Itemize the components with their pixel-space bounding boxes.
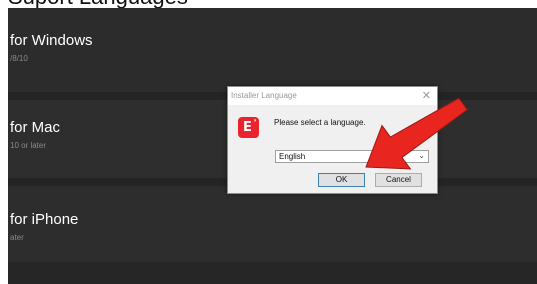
dialog-titlebar: Installer Language ✕ <box>228 87 437 105</box>
close-icon[interactable]: ✕ <box>422 89 431 102</box>
page-heading-text: Suport Languages <box>8 0 188 8</box>
installer-language-dialog: Installer Language ✕ E ◗ Please select a … <box>227 86 438 194</box>
platform-requirement: /8/10 <box>10 54 28 63</box>
dialog-title: Installer Language <box>231 91 297 100</box>
cancel-button[interactable]: Cancel <box>375 173 422 187</box>
dialog-prompt: Please select a language. <box>274 118 366 127</box>
platform-row-iphone[interactable]: for iPhone ater <box>8 186 537 270</box>
platform-title: for iPhone <box>10 211 79 228</box>
chevron-down-icon: ⌄ <box>418 151 425 160</box>
ok-button[interactable]: OK <box>318 173 365 187</box>
platform-title: for Mac <box>10 119 61 136</box>
page-heading-fragment: Suport Languages <box>8 0 537 8</box>
language-select-value: English <box>279 152 306 161</box>
platform-requirement: ater <box>10 233 24 242</box>
platform-row-windows[interactable]: for Windows /8/10 <box>8 8 537 92</box>
platform-requirement: 10 or later <box>10 141 47 150</box>
eshare-app-icon: E ◗ <box>238 117 259 138</box>
platform-title: for Windows <box>10 32 93 49</box>
row-divider <box>8 262 537 284</box>
language-select[interactable]: English ⌄ <box>275 150 429 163</box>
